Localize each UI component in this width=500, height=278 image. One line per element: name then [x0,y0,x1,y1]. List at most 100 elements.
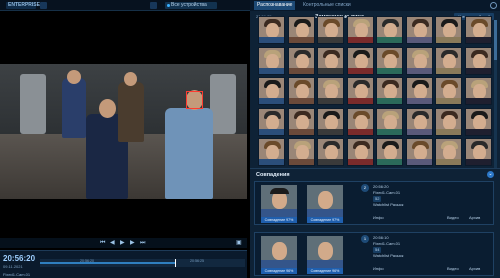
video-panel: ENTERPRISE Все устройства ⏮ ◀ ▶ ▶ ⏭ ▣ 20… [0,0,250,278]
match-number: 1 [361,235,369,243]
face-thumbnail[interactable] [376,16,403,44]
person [165,108,213,199]
face-thumbnail[interactable] [405,138,433,166]
face-thumbnail[interactable] [376,138,403,166]
gear-icon[interactable] [490,2,497,9]
face-thumbnail[interactable] [464,138,492,166]
match-meta: 20:56:20 Fixed1.Cam.01 52 Watchlist Разы… [373,184,403,208]
face-thumbnail[interactable] [405,16,433,44]
info-button[interactable]: Инфо [373,266,384,272]
timeline-label: 20:56:25 [190,259,204,263]
detected-faces-grid [258,16,493,169]
step-back-icon[interactable]: ◀ [110,240,115,246]
top-toolbar: ENTERPRISE Все устройства [0,0,250,11]
video-button[interactable]: Видео [447,215,459,221]
face-thumbnail[interactable] [317,16,344,44]
step-forward-icon[interactable]: ▶ [130,240,135,246]
face-thumbnail[interactable] [464,77,492,105]
face-thumbnail[interactable] [346,107,374,136]
device-selector[interactable]: Все устройства [165,2,217,9]
face-thumbnail[interactable] [317,77,344,105]
face-thumbnail[interactable] [435,107,462,136]
face-thumbnail[interactable] [317,107,344,136]
matches-title: Совпадения [256,172,290,178]
current-date: 09.11.2021 [3,264,23,269]
face-thumbnail[interactable] [287,77,315,105]
face-thumbnail[interactable] [346,46,374,75]
timeline-progress [40,262,176,264]
timeline-cursor[interactable] [175,259,177,267]
person-head [124,72,137,86]
face-thumbnail[interactable] [435,77,462,105]
match-number: 2 [361,184,369,192]
play-icon[interactable]: ▶ [120,240,125,246]
faces-scrollbar[interactable] [494,20,497,168]
face-thumbnail[interactable] [464,46,492,75]
face-thumbnail[interactable] [376,46,403,75]
match-card[interactable]: Совпадение 97% Совпадение 97% 2 20:56:20… [254,181,494,225]
playback-controls: ⏮ ◀ ▶ ▶ ⏭ ▣ [0,238,247,248]
skip-forward-icon[interactable]: ⏭ [140,240,145,246]
face-thumbnail[interactable] [317,138,344,166]
watchlist-caption: Совпадение 96% [307,268,343,274]
watchlist-face [307,236,343,268]
tab-recognition[interactable]: Распознавание [254,1,296,10]
device-dot-icon [167,4,170,7]
match-card[interactable]: Совпадение 96% Совпадение 96% 1 20:56:10… [254,232,494,276]
face-thumbnail[interactable] [464,107,492,136]
current-time: 20:56:20 [3,254,36,263]
camera-name: Fixed1.Cam.01 [3,272,31,277]
camera-view[interactable] [0,64,247,199]
timeline-track[interactable]: 20:56:20 20:56:25 [40,259,245,267]
face-thumbnail[interactable] [258,16,285,44]
face-thumbnail[interactable] [258,107,285,136]
face-thumbnail[interactable] [464,16,492,44]
face-thumbnail[interactable] [435,46,462,75]
face-thumbnail[interactable] [258,46,285,75]
timeline: 20:56:20 09.11.2021 Fixed1.Cam.01 20:56:… [0,250,247,278]
match-list: Watchlist Разыск [373,202,404,207]
matches-header: Совпадения ⌄ [250,168,500,179]
archive-button[interactable]: Архив [469,215,480,221]
captured-face [261,236,297,268]
archive-button[interactable]: Архив [469,266,480,272]
face-thumbnail[interactable] [376,77,403,105]
info-button[interactable]: Инфо [373,215,384,221]
timeline-label: 20:56:20 [80,259,94,263]
person-head [67,70,81,84]
person [62,78,86,138]
face-thumbnail[interactable] [346,138,374,166]
app-root: ENTERPRISE Все устройства ⏮ ◀ ▶ ▶ ⏭ ▣ 20… [0,0,500,278]
scrollbar-thumb[interactable] [494,20,497,60]
face-thumbnail[interactable] [346,16,374,44]
video-button[interactable]: Видео [447,266,459,272]
face-thumbnail[interactable] [287,16,315,44]
tab-watchlists[interactable]: Контрольные списки [300,1,354,10]
fullscreen-icon[interactable]: ▣ [236,240,242,246]
face-thumbnail[interactable] [376,107,403,136]
captured-caption: Совпадение 96% [261,268,297,274]
face-thumbnail[interactable] [258,77,285,105]
skip-back-icon[interactable]: ⏮ [100,240,105,246]
device-selector-label: Все устройства [171,2,207,8]
face-thumbnail[interactable] [258,138,285,166]
face-thumbnail[interactable] [287,46,315,75]
chevron-down-icon[interactable]: ⌄ [487,171,494,178]
face-thumbnail[interactable] [435,16,462,44]
face-thumbnail[interactable] [435,138,462,166]
person [118,82,144,142]
logo: ENTERPRISE [6,2,40,9]
person-head [99,99,116,118]
face-detection-box [186,91,203,109]
captured-caption: Совпадение 97% [261,217,297,223]
watchlist-caption: Совпадение 97% [307,217,343,223]
face-thumbnail[interactable] [346,77,374,105]
layout-icon[interactable] [150,2,157,9]
face-thumbnail[interactable] [405,107,433,136]
face-thumbnail[interactable] [317,46,344,75]
face-thumbnail[interactable] [287,138,315,166]
face-thumbnail[interactable] [405,46,433,75]
face-thumbnail[interactable] [405,77,433,105]
face-thumbnail[interactable] [287,107,315,136]
grid-view-icon[interactable] [40,2,47,9]
